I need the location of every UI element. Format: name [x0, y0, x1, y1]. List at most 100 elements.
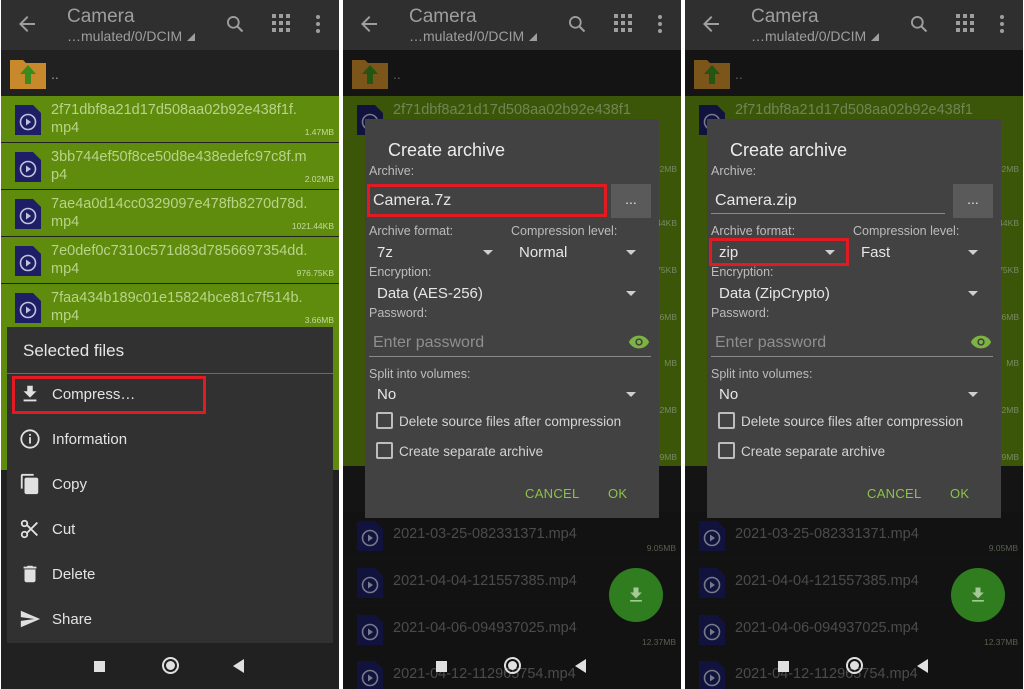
path-text: …mulated/0/DCIM: [409, 28, 525, 44]
screen-create-archive-7z: Camera …mulated/0/DCIM .. 2f71dbf8a21d17…: [343, 0, 681, 689]
send-icon: [20, 610, 41, 628]
video-file-icon: [15, 199, 41, 229]
browse-button[interactable]: ...: [953, 184, 993, 218]
home-icon[interactable]: [162, 657, 179, 674]
recents-icon[interactable]: [436, 661, 447, 672]
back-nav-icon[interactable]: [575, 659, 586, 673]
parent-folder-row[interactable]: ..: [1, 50, 339, 96]
separate-archive-label: Create separate archive: [741, 444, 886, 459]
delete-source-label: Delete source files after compression: [741, 414, 964, 429]
highlight-archive-name: [367, 184, 607, 217]
password-label: Password:: [711, 306, 770, 320]
back-nav-icon[interactable]: [917, 659, 928, 673]
search-icon[interactable]: [909, 14, 929, 34]
menu-item-cut[interactable]: Cut: [7, 508, 333, 552]
more-vert-icon[interactable]: [657, 14, 663, 34]
format-label: Archive format:: [369, 224, 454, 238]
back-arrow-icon[interactable]: [357, 12, 381, 36]
highlight-archive-format: [709, 238, 849, 266]
screen-selected-files: Camera …mulated/0/DCIM .. 2f71dbf8a21d17…: [1, 0, 339, 689]
file-size: 976.75KB: [296, 268, 334, 278]
level-select[interactable]: Normal: [519, 244, 567, 261]
delete-source-checkbox[interactable]: [718, 412, 735, 429]
back-arrow-icon[interactable]: [699, 12, 723, 36]
chevron-down-icon: [968, 291, 978, 296]
chevron-down-icon: [626, 250, 636, 255]
browse-button[interactable]: ...: [611, 184, 651, 218]
eye-icon[interactable]: [628, 334, 650, 350]
grid-view-icon[interactable]: [272, 14, 290, 32]
path-dropdown[interactable]: …mulated/0/DCIM: [67, 28, 196, 44]
app-title: Camera: [67, 6, 135, 27]
file-row[interactable]: 2f71dbf8a21d17d508aa02b92e438f1f.mp4 1.4…: [1, 96, 339, 142]
app-title: Camera: [409, 6, 477, 27]
menu-label: Delete: [52, 566, 96, 583]
menu-item-copy[interactable]: Copy: [7, 463, 333, 507]
file-row[interactable]: 7e0def0c7310c571d83d7856697354dd.mp4 976…: [1, 237, 339, 283]
delete-source-checkbox[interactable]: [376, 412, 393, 429]
format-select[interactable]: 7z: [377, 244, 393, 261]
menu-item-delete[interactable]: Delete: [7, 553, 333, 597]
more-vert-icon[interactable]: [999, 14, 1005, 34]
path-text: …mulated/0/DCIM: [751, 28, 867, 44]
separate-archive-checkbox[interactable]: [376, 442, 393, 459]
password-input[interactable]: Enter password: [715, 334, 826, 352]
video-file-icon: [15, 152, 41, 182]
video-file-icon: [15, 105, 41, 135]
create-archive-dialog: Create archive Archive: Camera.zip ... A…: [707, 119, 1001, 518]
level-select[interactable]: Fast: [861, 244, 890, 261]
file-name: 7ae4a0d14cc0329097e478fb8270d78d.mp4: [51, 196, 308, 230]
selected-files-sheet: Selected files Compress… Information Cop…: [7, 327, 333, 643]
split-select[interactable]: No: [377, 386, 396, 403]
level-label: Compression level:: [511, 224, 618, 238]
app-title: Camera: [751, 6, 819, 27]
chevron-down-icon: [968, 392, 978, 397]
file-name: 7faa434b189c01e15824bce81c7f514b.mp4: [51, 290, 303, 324]
path-dropdown[interactable]: …mulated/0/DCIM: [751, 28, 880, 44]
dropdown-triangle-icon: [529, 33, 538, 41]
menu-label: Share: [52, 611, 93, 628]
cancel-button[interactable]: CANCEL: [525, 486, 580, 501]
separate-archive-checkbox[interactable]: [718, 442, 735, 459]
grid-view-icon[interactable]: [956, 14, 974, 32]
password-underline: [369, 356, 651, 357]
eye-icon[interactable]: [970, 334, 992, 350]
menu-item-share[interactable]: Share: [7, 598, 333, 642]
archive-label: Archive:: [369, 164, 415, 178]
nav-bar: [343, 643, 681, 689]
format-label: Archive format:: [711, 224, 796, 238]
nav-bar: [1, 643, 339, 689]
file-row[interactable]: 7faa434b189c01e15824bce81c7f514b.mp4 3.6…: [1, 284, 339, 330]
search-icon[interactable]: [567, 14, 587, 34]
home-icon[interactable]: [504, 657, 521, 674]
encryption-label: Encryption:: [711, 265, 774, 279]
cancel-button[interactable]: CANCEL: [867, 486, 922, 501]
back-arrow-icon[interactable]: [15, 12, 39, 36]
password-input[interactable]: Enter password: [373, 334, 484, 352]
nav-bar: [685, 643, 1023, 689]
download-icon: [972, 587, 984, 602]
home-icon[interactable]: [846, 657, 863, 674]
encryption-select[interactable]: Data (AES-256): [377, 285, 483, 302]
path-dropdown[interactable]: …mulated/0/DCIM: [409, 28, 538, 44]
extract-fab[interactable]: [609, 568, 663, 622]
extract-fab[interactable]: [951, 568, 1005, 622]
recents-icon[interactable]: [94, 661, 105, 672]
dropdown-triangle-icon: [871, 33, 880, 41]
back-nav-icon[interactable]: [233, 659, 244, 673]
file-name: 7e0def0c7310c571d83d7856697354dd.mp4: [51, 243, 308, 277]
more-vert-icon[interactable]: [315, 14, 321, 34]
archive-name-input[interactable]: Camera.zip: [715, 192, 797, 210]
search-icon[interactable]: [225, 14, 245, 34]
file-row[interactable]: 7ae4a0d14cc0329097e478fb8270d78d.mp4 102…: [1, 190, 339, 236]
trash-icon: [23, 565, 37, 583]
split-select[interactable]: No: [719, 386, 738, 403]
ok-button[interactable]: OK: [950, 486, 969, 501]
recents-icon[interactable]: [778, 661, 789, 672]
scissors-icon: [20, 519, 38, 539]
encryption-select[interactable]: Data (ZipCrypto): [719, 285, 830, 302]
grid-view-icon[interactable]: [614, 14, 632, 32]
menu-item-information[interactable]: Information: [7, 418, 333, 462]
file-row[interactable]: 3bb744ef50f8ce50d8e438edefc97c8f.mp4 2.0…: [1, 143, 339, 189]
ok-button[interactable]: OK: [608, 486, 627, 501]
